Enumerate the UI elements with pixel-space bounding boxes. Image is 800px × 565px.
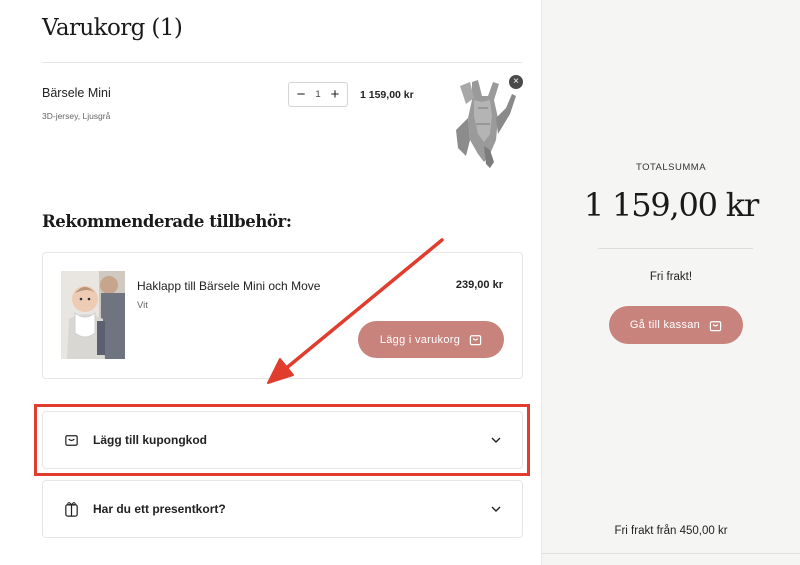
bib-product-image[interactable] xyxy=(61,271,125,359)
shopping-bag-icon xyxy=(709,320,722,331)
quantity-value[interactable]: 1 xyxy=(315,89,320,100)
cart-item-name[interactable]: Bärsele Mini xyxy=(42,86,111,100)
baby-carrier-image[interactable] xyxy=(448,78,520,170)
divider xyxy=(542,553,800,554)
checkout-label: Gå till kassan xyxy=(629,319,701,331)
close-icon: × xyxy=(513,76,519,87)
quantity-increase-button[interactable]: + xyxy=(328,87,342,102)
total-amount: 1 159,00 kr xyxy=(583,186,759,224)
recommendation-card: Haklapp till Bärsele Mini och Move Vit 2… xyxy=(42,252,523,379)
divider xyxy=(598,248,753,249)
order-summary: TOTALSUMMA 1 159,00 kr Fri frakt! Gå til… xyxy=(541,0,800,565)
cart-panel: Varukorg (1) Bärsele Mini 3D-jersey, Lju… xyxy=(0,0,541,565)
total-label: TOTALSUMMA xyxy=(635,162,707,173)
remove-item-button[interactable]: × xyxy=(509,75,523,89)
cart-title: Varukorg (1) xyxy=(42,15,183,41)
recommendation-name[interactable]: Haklapp till Bärsele Mini och Move xyxy=(137,279,320,293)
chevron-down-icon xyxy=(491,437,501,443)
recommendations-title: Rekommenderade tillbehör: xyxy=(42,212,292,231)
gift-icon xyxy=(65,502,78,517)
cart-item-variant: 3D-jersey, Ljusgrå xyxy=(42,111,111,121)
checkout-button[interactable]: Gå till kassan xyxy=(609,306,743,344)
add-to-cart-button[interactable]: Lägg i varukorg xyxy=(358,321,504,358)
recommendation-price: 239,00 kr xyxy=(455,279,503,291)
coupon-label: Lägg till kupongkod xyxy=(93,433,207,447)
divider xyxy=(42,62,522,63)
gift-card-label: Har du ett presentkort? xyxy=(93,502,226,516)
free-shipping-threshold: Fri frakt från 450,00 kr xyxy=(614,525,728,537)
chevron-down-icon xyxy=(491,506,501,512)
add-to-cart-label: Lägg i varukorg xyxy=(379,333,461,346)
free-shipping-text: Fri frakt! xyxy=(649,271,693,283)
gift-card-accordion[interactable]: Har du ett presentkort? xyxy=(42,480,523,538)
recommendation-variant: Vit xyxy=(137,300,148,311)
cart-item-price: 1 159,00 kr xyxy=(360,89,414,101)
quantity-decrease-button[interactable]: − xyxy=(294,87,308,102)
quantity-stepper: − 1 + xyxy=(288,82,348,107)
coupon-accordion[interactable]: Lägg till kupongkod xyxy=(42,411,523,469)
shopping-bag-icon xyxy=(65,435,78,446)
shopping-bag-icon xyxy=(469,335,482,346)
